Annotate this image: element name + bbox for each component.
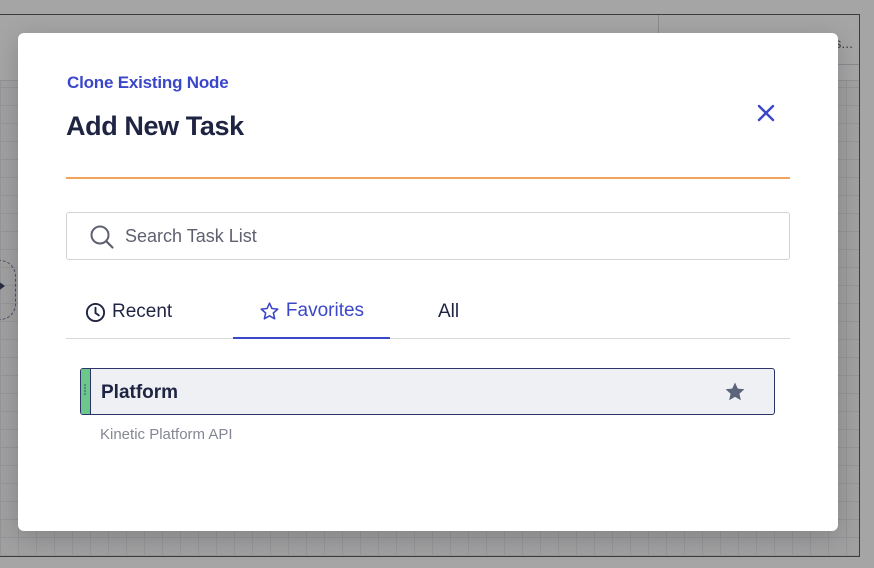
- tab-recent[interactable]: Recent: [85, 285, 172, 339]
- search-icon: [90, 225, 114, 249]
- star-outline-icon: [260, 301, 279, 320]
- drag-handle-icon[interactable]: ┊: [82, 386, 88, 396]
- favorite-toggle[interactable]: [723, 380, 747, 404]
- tab-all-label: All: [438, 301, 460, 322]
- close-button[interactable]: [752, 99, 780, 127]
- tab-favorites-label: Favorites: [285, 300, 365, 321]
- header-divider: [66, 177, 790, 179]
- star-filled-icon: [725, 382, 745, 401]
- task-tabs: Recent Favorites All: [66, 285, 790, 339]
- add-task-modal: Clone Existing Node Add New Task Recent …: [18, 33, 838, 531]
- search-input[interactable]: [125, 221, 765, 251]
- tab-all[interactable]: All: [438, 285, 459, 339]
- task-name: Platform: [101, 382, 179, 403]
- task-description: Kinetic Platform API: [100, 426, 233, 443]
- tab-recent-label: Recent: [112, 301, 173, 322]
- task-item-platform[interactable]: ┊ Platform: [80, 368, 775, 415]
- clone-existing-node-link[interactable]: Clone Existing Node: [67, 73, 229, 93]
- close-icon: [757, 104, 775, 122]
- search-field[interactable]: [66, 212, 790, 260]
- clock-icon: [85, 302, 106, 322]
- modal-title: Add New Task: [66, 111, 244, 141]
- tab-favorites[interactable]: Favorites: [233, 285, 390, 339]
